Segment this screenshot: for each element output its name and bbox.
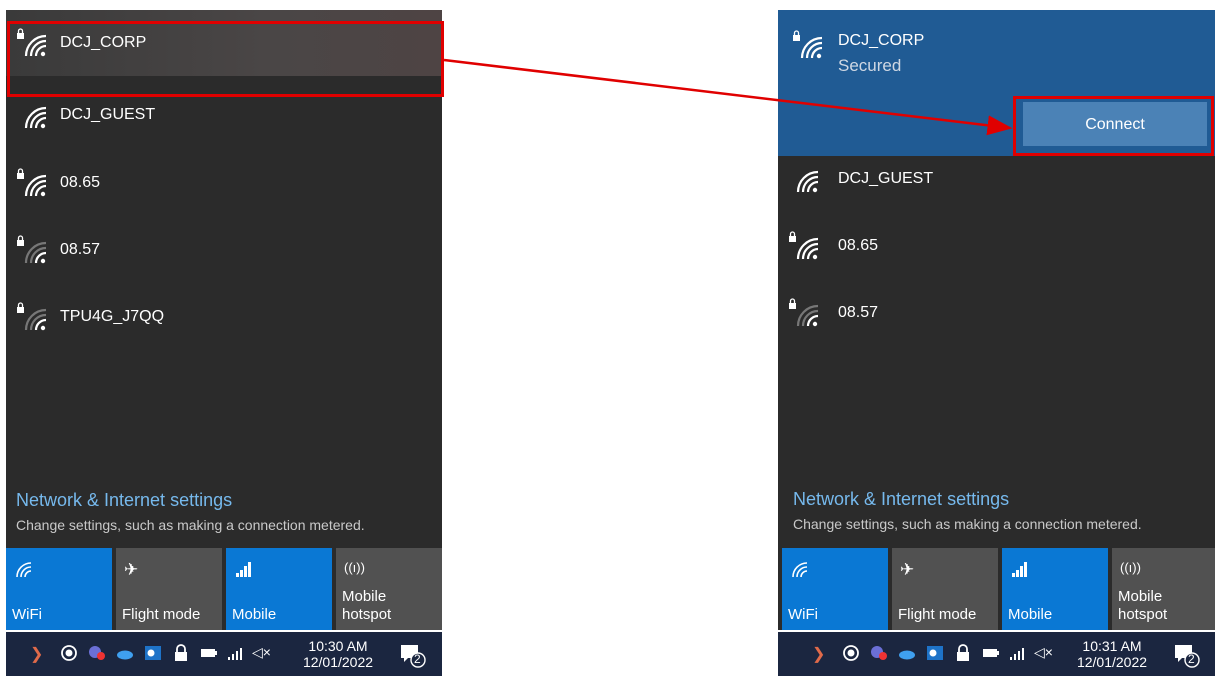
annotation-arrow — [443, 58, 1013, 136]
